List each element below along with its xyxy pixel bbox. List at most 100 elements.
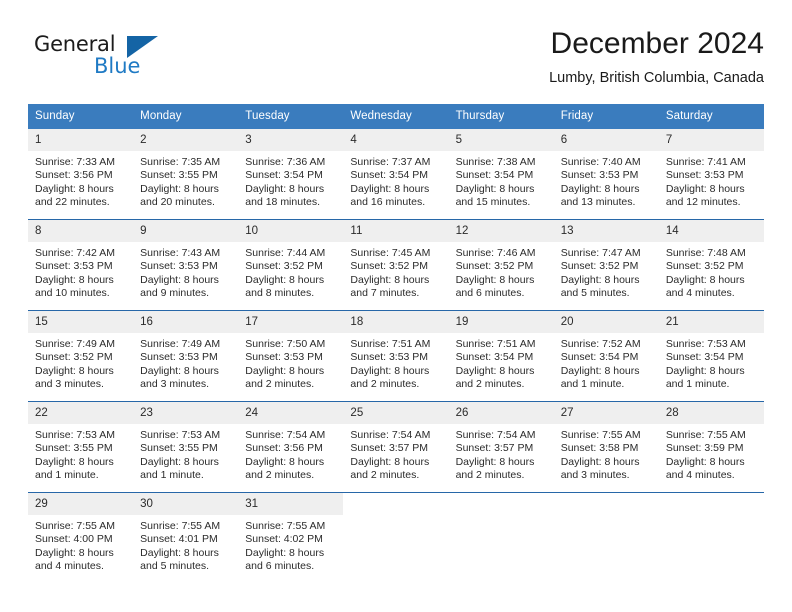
sunrise-text: Sunrise: 7:52 AM <box>560 338 641 350</box>
sunrise-text: Sunrise: 7:41 AM <box>665 156 746 168</box>
day-number: 18 <box>343 311 449 333</box>
calendar-day-cell[interactable]: 21 Sunrise: 7:53 AM Sunset: 3:54 PM Dayl… <box>658 311 764 401</box>
calendar-day-cell[interactable]: 13 Sunrise: 7:47 AM Sunset: 3:52 PM Dayl… <box>553 220 659 310</box>
daylight-text-line2: and 10 minutes. <box>35 287 110 300</box>
calendar-day-cell[interactable]: 29 Sunrise: 7:55 AM Sunset: 4:00 PM Dayl… <box>28 493 134 583</box>
day-number: 23 <box>133 402 239 424</box>
day-number: 7 <box>658 129 764 151</box>
calendar-day-cell[interactable]: 31 Sunrise: 7:55 AM Sunset: 4:02 PM Dayl… <box>238 493 344 583</box>
calendar-day-cell[interactable]: 5 Sunrise: 7:38 AM Sunset: 3:54 PM Dayli… <box>448 129 554 219</box>
sunset-text: Sunset: 3:57 PM <box>455 442 534 455</box>
calendar-day-cell-empty <box>343 493 448 583</box>
daylight-text-line1: Daylight: 8 hours <box>140 455 219 468</box>
day-number: 14 <box>658 220 764 242</box>
sunrise-text: Sunrise: 7:55 AM <box>560 429 641 441</box>
calendar-day-cell[interactable]: 6 Sunrise: 7:40 AM Sunset: 3:53 PM Dayli… <box>553 129 659 219</box>
calendar-day-cell[interactable]: 9 Sunrise: 7:43 AM Sunset: 3:53 PM Dayli… <box>133 220 239 310</box>
sunset-text: Sunset: 3:52 PM <box>455 260 534 273</box>
title-block: December 2024 Lumby, British Columbia, C… <box>549 26 764 87</box>
calendar-day-cell[interactable]: 18 Sunrise: 7:51 AM Sunset: 3:53 PM Dayl… <box>343 311 449 401</box>
daylight-text-line1: Daylight: 8 hours <box>140 364 219 377</box>
daylight-text-line2: and 1 minute. <box>560 378 625 391</box>
day-number: 27 <box>553 402 659 424</box>
weekday-header-friday: Friday <box>560 110 594 122</box>
day-details <box>343 515 448 520</box>
day-details: Sunrise: 7:37 AM Sunset: 3:54 PM Dayligh… <box>343 151 448 210</box>
calendar-day-cell[interactable]: 8 Sunrise: 7:42 AM Sunset: 3:53 PM Dayli… <box>28 220 134 310</box>
general-blue-logo[interactable]: General Blue <box>34 32 164 82</box>
day-number: 11 <box>343 220 449 242</box>
day-number: 29 <box>28 493 134 515</box>
calendar-day-cell[interactable]: 14 Sunrise: 7:48 AM Sunset: 3:52 PM Dayl… <box>658 220 764 310</box>
day-details: Sunrise: 7:35 AM Sunset: 3:55 PM Dayligh… <box>133 151 238 210</box>
calendar-day-cell[interactable]: 20 Sunrise: 7:52 AM Sunset: 3:54 PM Dayl… <box>553 311 659 401</box>
calendar-day-cell[interactable]: 23 Sunrise: 7:53 AM Sunset: 3:55 PM Dayl… <box>133 402 239 492</box>
sunset-text: Sunset: 3:52 PM <box>350 260 429 273</box>
day-details: Sunrise: 7:45 AM Sunset: 3:52 PM Dayligh… <box>343 242 448 301</box>
daylight-text-line1: Daylight: 8 hours <box>455 273 535 286</box>
weekday-header-saturday: Saturday <box>665 110 713 122</box>
sunrise-text: Sunrise: 7:53 AM <box>665 338 746 350</box>
calendar-day-cell[interactable]: 24 Sunrise: 7:54 AM Sunset: 3:56 PM Dayl… <box>238 402 344 492</box>
day-details: Sunrise: 7:55 AM Sunset: 4:00 PM Dayligh… <box>28 515 133 574</box>
day-number: 28 <box>658 402 764 424</box>
daylight-text-line1: Daylight: 8 hours <box>245 182 325 195</box>
day-details <box>449 515 554 520</box>
calendar-day-cell[interactable]: 19 Sunrise: 7:51 AM Sunset: 3:54 PM Dayl… <box>448 311 554 401</box>
day-details: Sunrise: 7:44 AM Sunset: 3:52 PM Dayligh… <box>238 242 343 301</box>
daylight-text-line1: Daylight: 8 hours <box>560 273 640 286</box>
sunset-text: Sunset: 3:55 PM <box>140 169 218 182</box>
sunset-text: Sunset: 3:56 PM <box>35 169 113 182</box>
day-details: Sunrise: 7:50 AM Sunset: 3:53 PM Dayligh… <box>238 333 343 392</box>
daylight-text-line1: Daylight: 8 hours <box>35 546 114 559</box>
calendar-day-cell[interactable]: 2 Sunrise: 7:35 AM Sunset: 3:55 PM Dayli… <box>133 129 239 219</box>
calendar-day-cell[interactable]: 15 Sunrise: 7:49 AM Sunset: 3:52 PM Dayl… <box>28 311 134 401</box>
calendar-day-cell[interactable]: 1 Sunrise: 7:33 AM Sunset: 3:56 PM Dayli… <box>28 129 134 219</box>
logo-text-blue: Blue <box>94 54 141 78</box>
daylight-text-line2: and 6 minutes. <box>455 287 525 300</box>
daylight-text-line2: and 1 minute. <box>140 469 204 482</box>
day-details: Sunrise: 7:43 AM Sunset: 3:53 PM Dayligh… <box>133 242 238 301</box>
daylight-text-line2: and 4 minutes. <box>665 287 735 300</box>
calendar-day-cell[interactable]: 3 Sunrise: 7:36 AM Sunset: 3:54 PM Dayli… <box>238 129 344 219</box>
calendar-day-cell[interactable]: 27 Sunrise: 7:55 AM Sunset: 3:58 PM Dayl… <box>553 402 659 492</box>
sunset-text: Sunset: 3:54 PM <box>665 351 744 364</box>
calendar-day-cell[interactable]: 25 Sunrise: 7:54 AM Sunset: 3:57 PM Dayl… <box>343 402 449 492</box>
daylight-text-line1: Daylight: 8 hours <box>665 182 745 195</box>
daylight-text-line2: and 16 minutes. <box>350 196 426 209</box>
weekday-header-monday: Monday <box>140 110 182 122</box>
day-number: 12 <box>448 220 554 242</box>
calendar-day-cell[interactable]: 16 Sunrise: 7:49 AM Sunset: 3:53 PM Dayl… <box>133 311 239 401</box>
day-number: 3 <box>238 129 344 151</box>
calendar-day-cell[interactable]: 30 Sunrise: 7:55 AM Sunset: 4:01 PM Dayl… <box>133 493 239 583</box>
calendar-day-cell[interactable]: 4 Sunrise: 7:37 AM Sunset: 3:54 PM Dayli… <box>343 129 449 219</box>
daylight-text-line1: Daylight: 8 hours <box>665 455 745 468</box>
day-number: 19 <box>448 311 554 333</box>
daylight-text-line2: and 5 minutes. <box>140 560 210 573</box>
sunrise-text: Sunrise: 7:35 AM <box>140 156 221 168</box>
day-details: Sunrise: 7:55 AM Sunset: 3:58 PM Dayligh… <box>554 424 659 483</box>
sunset-text: Sunset: 3:53 PM <box>665 169 744 182</box>
calendar-day-cell[interactable]: 28 Sunrise: 7:55 AM Sunset: 3:59 PM Dayl… <box>658 402 764 492</box>
daylight-text-line2: and 2 minutes. <box>245 378 315 391</box>
calendar-day-cell[interactable]: 7 Sunrise: 7:41 AM Sunset: 3:53 PM Dayli… <box>658 129 764 219</box>
calendar-grid: Sunday Monday Tuesday Wednesday Thursday… <box>28 104 764 583</box>
day-number: 21 <box>658 311 764 333</box>
day-details: Sunrise: 7:51 AM Sunset: 3:53 PM Dayligh… <box>343 333 448 392</box>
sunset-text: Sunset: 4:02 PM <box>245 533 323 546</box>
daylight-text-line2: and 2 minutes. <box>455 378 525 391</box>
weekday-header-sunday: Sunday <box>35 110 75 122</box>
calendar-day-cell[interactable]: 26 Sunrise: 7:54 AM Sunset: 3:57 PM Dayl… <box>448 402 554 492</box>
calendar-page: General Blue December 2024 Lumby, Britis… <box>0 0 792 612</box>
calendar-day-cell[interactable]: 10 Sunrise: 7:44 AM Sunset: 3:52 PM Dayl… <box>238 220 344 310</box>
day-details: Sunrise: 7:36 AM Sunset: 3:54 PM Dayligh… <box>238 151 343 210</box>
day-details: Sunrise: 7:46 AM Sunset: 3:52 PM Dayligh… <box>449 242 554 301</box>
daylight-text-line1: Daylight: 8 hours <box>665 273 745 286</box>
daylight-text-line2: and 1 minute. <box>35 469 99 482</box>
calendar-day-cell[interactable]: 22 Sunrise: 7:53 AM Sunset: 3:55 PM Dayl… <box>28 402 134 492</box>
daylight-text-line1: Daylight: 8 hours <box>245 546 325 559</box>
calendar-day-cell[interactable]: 17 Sunrise: 7:50 AM Sunset: 3:53 PM Dayl… <box>238 311 344 401</box>
day-number: 31 <box>238 493 344 515</box>
calendar-day-cell[interactable]: 11 Sunrise: 7:45 AM Sunset: 3:52 PM Dayl… <box>343 220 449 310</box>
calendar-day-cell[interactable]: 12 Sunrise: 7:46 AM Sunset: 3:52 PM Dayl… <box>448 220 554 310</box>
